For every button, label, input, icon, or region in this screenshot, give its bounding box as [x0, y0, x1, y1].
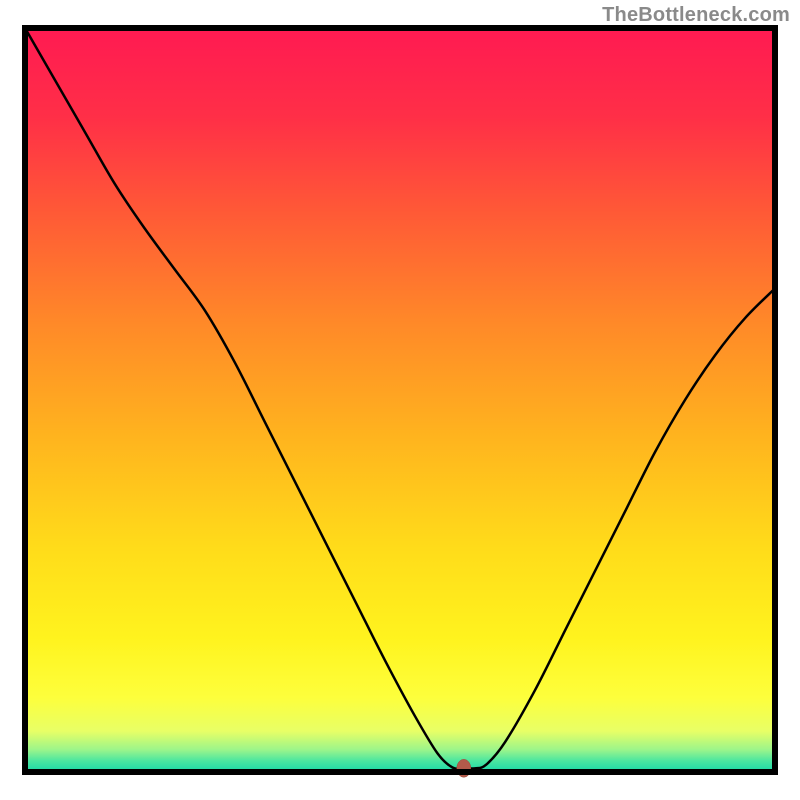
chart-container: TheBottleneck.com [0, 0, 800, 800]
watermark-text: TheBottleneck.com [602, 4, 790, 27]
plot-background [25, 28, 775, 772]
bottleneck-chart [0, 0, 800, 800]
